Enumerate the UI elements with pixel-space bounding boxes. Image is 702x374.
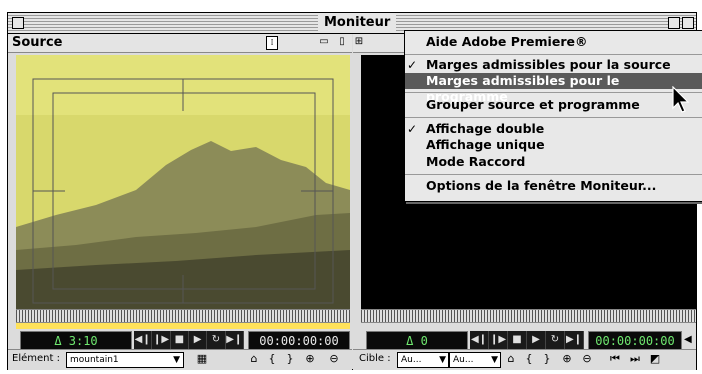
play-to-out-icon[interactable]: ▶❙ [565, 331, 584, 349]
source-duration-display[interactable]: Δ 3:10 [20, 331, 132, 351]
window-title: Moniteur [318, 13, 397, 33]
step-back-icon[interactable]: ◀❙ [134, 331, 153, 349]
element-label: Elément : [12, 353, 60, 364]
menu-item-label: Options de la fenêtre Moniteur... [426, 178, 657, 193]
menu-separator [405, 92, 702, 93]
step-forward-icon[interactable]: ❙▶ [152, 331, 171, 349]
go-to-previous-edit-icon[interactable]: ⏮ [607, 350, 623, 368]
source-clip-menu-button[interactable]: ⁞ [266, 36, 278, 50]
extract-icon[interactable]: ⊖ [579, 350, 595, 368]
chevron-down-icon: ▼ [439, 355, 446, 365]
go-to-next-edit-icon[interactable]: ⏭ [627, 350, 643, 368]
single-view-icon[interactable]: ▯ [336, 37, 348, 47]
element-popup[interactable]: mountain1 ▼ [66, 352, 184, 368]
mouse-pointer-icon [672, 86, 690, 113]
program-duration-display[interactable]: Δ 0 [366, 331, 468, 351]
menu-separator [405, 54, 702, 55]
source-timecode-display[interactable]: 00:00:00:00 [248, 331, 350, 351]
program-bottom-bar: Cible : Au... ▼ Au... ▼ ⌂ { } ⊕ ⊖ ⏮ ⏭ ◩ [353, 349, 696, 370]
dual-view-icon[interactable]: ▭ [318, 37, 330, 47]
menu-item-label: Affichage double [426, 121, 545, 136]
close-box[interactable] [12, 17, 24, 29]
mark-in-point-icon[interactable]: { [264, 350, 280, 368]
menu-item-program-safe-margins[interactable]: Marges admissibles pour le programme [405, 73, 702, 104]
chevron-down-icon: ▼ [491, 355, 498, 365]
target-audio-value: Au... [453, 355, 474, 365]
target-video-value: Au... [401, 355, 422, 365]
mark-out-point-icon[interactable]: } [282, 350, 298, 368]
chevron-down-icon: ▼ [173, 355, 180, 365]
target-audio-popup[interactable]: Au... ▼ [449, 352, 501, 368]
menu-item-single-view[interactable]: Affichage unique [405, 137, 702, 153]
collapse-box[interactable] [682, 17, 694, 29]
step-back-icon[interactable]: ◀❙ [470, 331, 489, 349]
check-icon: ✓ [407, 122, 418, 136]
source-label: Source [12, 35, 63, 50]
menu-item-label: Affichage unique [426, 137, 545, 152]
program-transport-controls: ◀❙ ❙▶ ■ ▶ ↻ ▶❙ [470, 331, 584, 349]
stop-icon[interactable]: ■ [508, 331, 527, 349]
mark-in-point-icon[interactable]: { [521, 350, 537, 368]
insert-icon[interactable]: ⊕ [302, 350, 318, 368]
trim-view-icon[interactable]: ⊞ [353, 37, 365, 47]
source-in-out-bar[interactable] [16, 322, 350, 329]
mountain-frame-image [16, 55, 350, 309]
lift-icon[interactable]: ⊕ [559, 350, 575, 368]
menu-item-label: Mode Raccord [426, 154, 526, 169]
menu-item-label: Marges admissibles pour la source [426, 57, 671, 72]
target-label: Cible : [359, 353, 391, 364]
element-value: mountain1 [70, 355, 119, 365]
menu-item-group-source-program[interactable]: Grouper source et programme [405, 97, 702, 113]
menu-item-monitor-options[interactable]: Options de la fenêtre Moniteur... [405, 178, 702, 194]
menu-separator [405, 117, 702, 118]
monitor-options-menu: Aide Adobe Premiere® ✓ Marges admissible… [404, 30, 702, 202]
menu-item-trim-mode[interactable]: Mode Raccord [405, 154, 702, 170]
trim-icon[interactable]: ◩ [647, 350, 663, 368]
check-icon: ✓ [407, 58, 418, 72]
mark-out-point-icon[interactable]: } [539, 350, 555, 368]
source-video-view[interactable] [16, 55, 350, 309]
program-timeline-ruler[interactable] [361, 309, 696, 322]
program-timecode-display[interactable]: 00:00:00:00 [588, 331, 682, 351]
stop-icon[interactable]: ■ [170, 331, 189, 349]
mark-in-icon[interactable]: ⌂ [503, 350, 519, 368]
program-in-out-bar[interactable] [361, 322, 696, 329]
target-video-popup[interactable]: Au... ▼ [397, 352, 449, 368]
menu-separator [405, 174, 702, 175]
film-strip-icon[interactable]: ▦ [194, 350, 210, 368]
menu-item-source-safe-margins[interactable]: ✓ Marges admissibles pour la source [405, 57, 702, 73]
source-header: Source ⁞ ▭ ▯ [8, 34, 352, 53]
menu-item-label: Aide Adobe Premiere® [426, 34, 588, 49]
play-icon[interactable]: ▶ [188, 331, 208, 349]
mark-in-icon[interactable]: ⌂ [246, 350, 262, 368]
menu-item-dual-view[interactable]: ✓ Affichage double [405, 121, 702, 137]
loop-icon[interactable]: ↻ [207, 331, 226, 349]
source-timeline-ruler[interactable] [16, 309, 350, 322]
menu-item-help[interactable]: Aide Adobe Premiere® [405, 34, 702, 50]
zoom-box[interactable] [668, 17, 680, 29]
play-to-out-icon[interactable]: ▶❙ [225, 331, 244, 349]
menu-item-label: Grouper source et programme [426, 97, 640, 112]
source-transport-controls: ◀❙ ❙▶ ■ ▶ ↻ ▶❙ [134, 331, 244, 349]
loop-icon[interactable]: ↻ [546, 331, 565, 349]
source-bottom-bar: Elément : mountain1 ▼ ▦ ⌂ { } ⊕ ⊖ [8, 349, 352, 370]
play-icon[interactable]: ▶ [527, 331, 546, 349]
overlay-icon[interactable]: ⊖ [326, 350, 342, 368]
step-forward-icon[interactable]: ❙▶ [489, 331, 508, 349]
scroll-left-icon[interactable]: ◀ [684, 331, 694, 349]
